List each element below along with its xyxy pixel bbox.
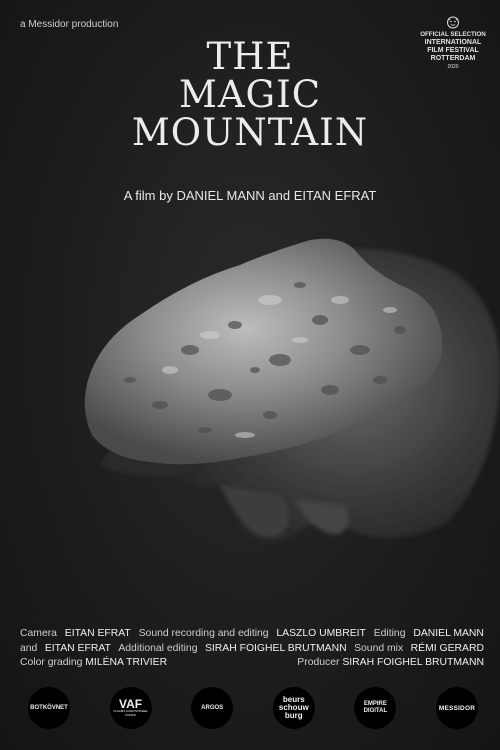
title-line-1: THE	[206, 35, 294, 78]
sound-name: LASZLO UMBREIT	[276, 628, 366, 639]
sound-mix-name: RÉMI GERARD	[410, 642, 484, 654]
empire-digital-logo: EMPIRE DIGITAL	[354, 687, 397, 729]
sound-label: Sound recording and editing	[138, 628, 269, 639]
messidor-logo: MESSIDOR	[435, 687, 478, 729]
hand-holding-rock-image	[84, 238, 500, 543]
title-line-2: MAGIC	[178, 73, 322, 116]
producer-name: SIRAH FOIGHEL BRUTMANN	[342, 657, 484, 668]
title-line-3: MOUNTAIN	[131, 111, 369, 154]
editing2-prefix: and	[20, 642, 38, 654]
additional-editing-label: Additional editing	[118, 642, 198, 654]
credits-line-1: Camera EITAN EFRAT Sound recording and e…	[20, 627, 484, 642]
producer-label: Producer	[297, 657, 340, 668]
vaf-logo-sub: VLAAMS AUDIOVISUEEL FONDS	[113, 709, 149, 717]
tiger-head-icon	[447, 16, 459, 29]
color-grading-name: MILÉNA TRIVIER	[85, 657, 168, 668]
film-title: THE MAGIC MOUNTAIN	[0, 38, 500, 152]
partner-logos: BOTKÖVNET VAF VLAAMS AUDIOVISUEEL FONDS …	[28, 686, 478, 730]
editing2-name: EITAN EFRAT	[44, 642, 111, 654]
director-byline: A film by DANIEL MANN and EITAN EFRAT	[123, 188, 377, 203]
production-credit: a Messidor production	[20, 19, 119, 30]
film-poster: a Messidor production OFFICIAL SELECTION…	[0, 0, 500, 750]
camera-label: Camera	[20, 628, 57, 639]
color-grading-label: Color grading	[20, 657, 83, 668]
color-grading-group: Color grading MILÉNA TRIVIER	[20, 656, 167, 671]
producer-group: Producer SIRAH FOIGHEL BRUTMANN	[297, 656, 484, 671]
editing-name: DANIEL MANN	[413, 628, 484, 639]
beursschouwburg-logo: beurs schouw burg	[272, 687, 315, 729]
credits-block: Camera EITAN EFRAT Sound recording and e…	[20, 627, 484, 671]
vaf-logo: VAF VLAAMS AUDIOVISUEEL FONDS	[109, 687, 152, 729]
beurs-line-3: burg	[284, 711, 303, 720]
sound-mix-label: Sound mix	[354, 642, 404, 654]
additional-editing-name: SIRAH FOIGHEL BRUTMANN	[204, 642, 347, 654]
credits-line-3: Color grading MILÉNA TRIVIER Producer SI…	[20, 656, 484, 671]
botkovnet-logo: BOTKÖVNET	[28, 687, 70, 729]
camera-name: EITAN EFRAT	[64, 628, 131, 639]
argos-logo: ARGOS	[191, 687, 234, 729]
credits-line-2: and EITAN EFRAT Additional editing SIRAH…	[20, 642, 484, 657]
editing-label: Editing	[373, 628, 406, 639]
